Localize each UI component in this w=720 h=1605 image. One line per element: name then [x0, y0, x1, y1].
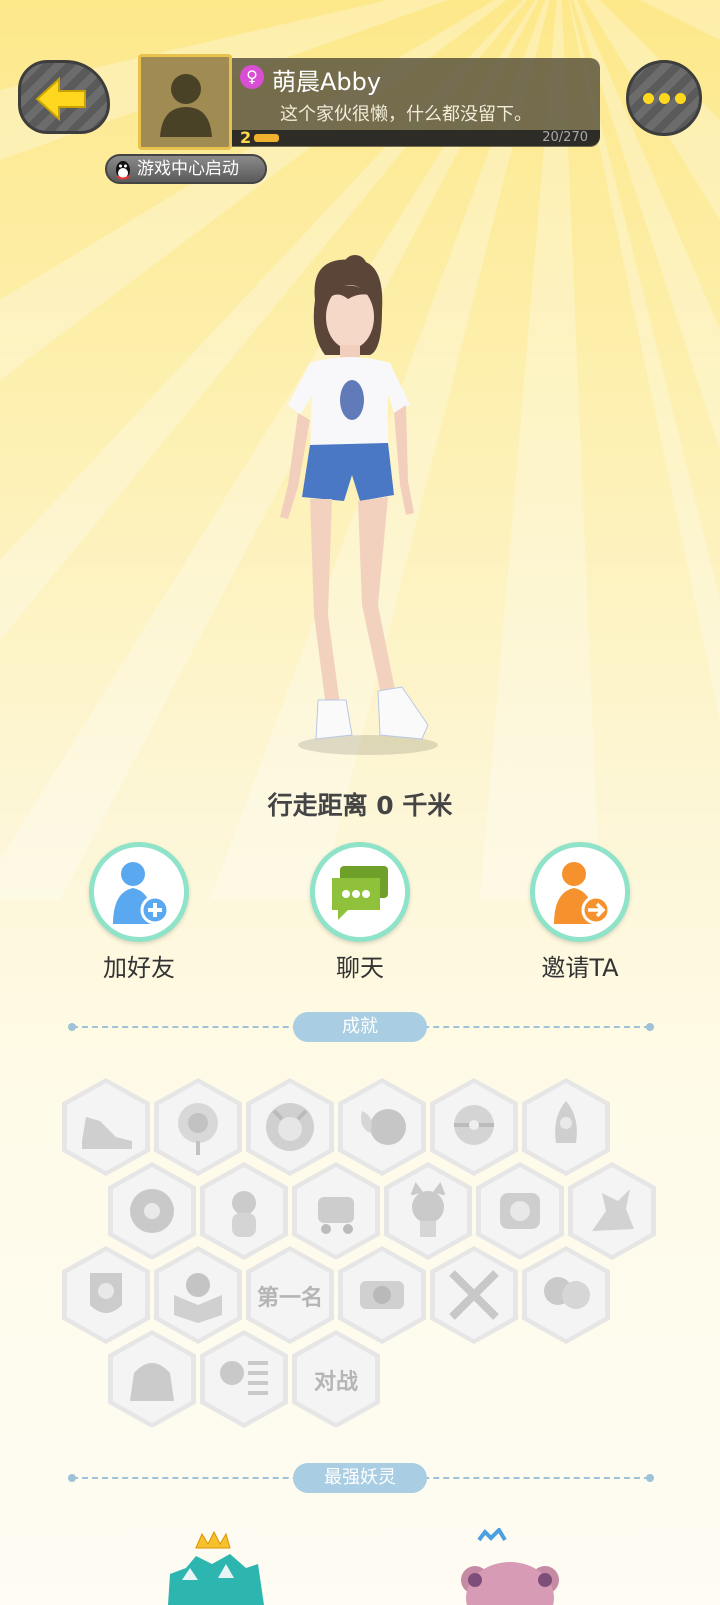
emblem-badge-icon — [360, 1281, 404, 1309]
back-arrow-icon — [35, 76, 86, 122]
exp-counter: 20/270 — [542, 130, 588, 145]
achievement-badge[interactable] — [338, 1246, 426, 1344]
player-avatar-character[interactable] — [270, 255, 450, 765]
achievement-badge[interactable] — [154, 1246, 242, 1344]
list-badge-icon — [220, 1361, 268, 1395]
female-gender-icon: ♀ — [240, 65, 264, 89]
spirit-1[interactable] — [160, 1528, 270, 1605]
invite-circle — [530, 842, 630, 942]
camera-badge-icon — [500, 1193, 540, 1229]
cat-badge-icon — [410, 1181, 446, 1237]
pet-badge-icon — [232, 1191, 256, 1237]
more-dot — [658, 92, 670, 104]
achievement-badge[interactable] — [200, 1162, 288, 1260]
more-dot — [674, 92, 686, 104]
achievements-section-title: 成就 — [293, 1012, 427, 1042]
ball-badge-icon — [454, 1105, 494, 1145]
add-friend-label: 加好友 — [103, 954, 175, 982]
level-number: 2 — [240, 128, 252, 147]
cart-badge-icon — [318, 1197, 354, 1234]
vinyl-badge-icon — [130, 1189, 174, 1233]
spirit-2[interactable] — [455, 1528, 565, 1605]
achievement-badge[interactable] — [62, 1246, 150, 1344]
achievement-badge[interactable] — [522, 1246, 610, 1344]
dragon-badge-icon — [592, 1189, 634, 1231]
achievement-badge[interactable] — [476, 1162, 564, 1260]
achievement-badge[interactable] — [384, 1162, 472, 1260]
achievement-badge[interactable] — [430, 1078, 518, 1176]
friends-badge-icon — [544, 1277, 590, 1309]
username: 萌晨Abby — [272, 68, 382, 96]
book-badge-icon — [174, 1273, 222, 1323]
walk-distance-text: 行走距离 0 千米 — [267, 791, 453, 820]
chat-icon — [332, 866, 388, 920]
shield-badge-icon — [90, 1273, 122, 1313]
more-dots-icon — [642, 92, 654, 104]
achievement-badge[interactable] — [62, 1078, 150, 1176]
achievement-badge[interactable]: 第一名 — [246, 1246, 334, 1344]
signature: 这个家伙很懒，什么都没留下。 — [280, 104, 532, 125]
profile-info-bar: ♀ 萌晨Abby 这个家伙很懒，什么都没留下。 2 20/270 — [232, 58, 600, 147]
achievement-badge[interactable] — [200, 1330, 288, 1428]
achievement-badge[interactable] — [154, 1078, 242, 1176]
more-button[interactable] — [626, 60, 702, 136]
moon-badge-icon — [361, 1109, 406, 1145]
invite-label: 邀请TA — [541, 954, 619, 982]
achievement-badge[interactable] — [108, 1330, 196, 1428]
achievement-badge[interactable] — [292, 1162, 380, 1260]
strongest-spirit-section-title: 最强妖灵 — [293, 1463, 427, 1493]
achievement-badge[interactable] — [430, 1246, 518, 1344]
achievement-badge[interactable]: 对战 — [292, 1330, 380, 1428]
chat-label: 聊天 — [336, 954, 384, 982]
default-avatar-icon — [160, 74, 212, 137]
rocket-badge-icon — [555, 1101, 577, 1143]
add-friend-button[interactable]: 加好友 — [64, 842, 214, 983]
achievement-badge[interactable] — [568, 1162, 656, 1260]
achievement-badge[interactable] — [338, 1078, 426, 1176]
level-progress-bar: 2 20/270 — [232, 128, 600, 147]
add-friend-circle — [89, 842, 189, 942]
achievement-badge[interactable] — [108, 1162, 196, 1260]
shoe-badge-icon — [82, 1117, 132, 1149]
bag-badge-icon — [130, 1363, 174, 1401]
achievement-badge[interactable] — [246, 1078, 334, 1176]
chat-circle — [310, 842, 410, 942]
avatar[interactable] — [138, 54, 232, 150]
achievement-badge[interactable] — [522, 1078, 610, 1176]
qq-penguin-icon — [116, 161, 130, 180]
level-progress-fill — [254, 134, 279, 142]
game-center-label: 游戏中心启动 — [137, 159, 239, 179]
chat-button[interactable]: 聊天 — [285, 842, 435, 983]
invite-button[interactable]: 邀请TA — [505, 842, 655, 983]
first-place-badge-text: 第一名 — [256, 1286, 323, 1311]
monster-badge-icon — [266, 1103, 314, 1151]
target-badge-icon — [178, 1103, 218, 1155]
game-center-launch-button[interactable]: 游戏中心启动 — [105, 154, 267, 184]
invite-icon — [554, 862, 611, 925]
swords-badge-icon — [449, 1270, 499, 1320]
battle-badge-text: 对战 — [313, 1370, 358, 1395]
add-friend-icon — [113, 862, 170, 925]
